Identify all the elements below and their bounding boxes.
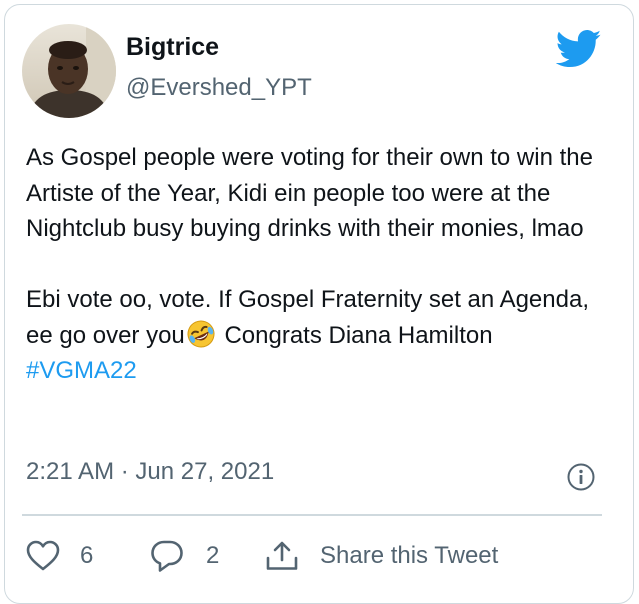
reply-bubble-icon: [151, 540, 183, 572]
like-button[interactable]: 6: [26, 536, 93, 576]
author-name[interactable]: Bigtrice: [126, 33, 219, 62]
tweet-paragraph-1: As Gospel people were voting for their o…: [26, 144, 593, 242]
info-icon[interactable]: [566, 462, 596, 492]
author-handle[interactable]: @Evershed_YPT: [126, 74, 312, 102]
tweet-timestamp[interactable]: 2:21 AM · Jun 27, 2021: [26, 458, 274, 486]
avatar[interactable]: [22, 24, 116, 118]
heart-icon: [26, 540, 60, 571]
avatar-photo: [22, 24, 116, 118]
tweet-paragraph-2: Ebi vote oo, vote. If Gospel Fraternity …: [26, 282, 606, 389]
share-tweet-button[interactable]: Share this Tweet: [264, 536, 498, 576]
like-count: 6: [80, 542, 94, 569]
twitter-bird-icon[interactable]: [556, 30, 602, 68]
rolling-on-floor-laughing-emoji: [186, 319, 216, 349]
share-label: Share this Tweet: [320, 542, 499, 569]
tweet-text: As Gospel people were voting for their o…: [26, 140, 606, 389]
reply-count: 2: [206, 542, 220, 569]
divider: [22, 514, 602, 516]
reply-button[interactable]: 2: [150, 536, 219, 576]
tweet-text-part: Congrats Diana Hamilton: [217, 321, 493, 349]
hashtag-link[interactable]: #VGMA22: [26, 357, 137, 384]
share-icon: [266, 541, 298, 570]
